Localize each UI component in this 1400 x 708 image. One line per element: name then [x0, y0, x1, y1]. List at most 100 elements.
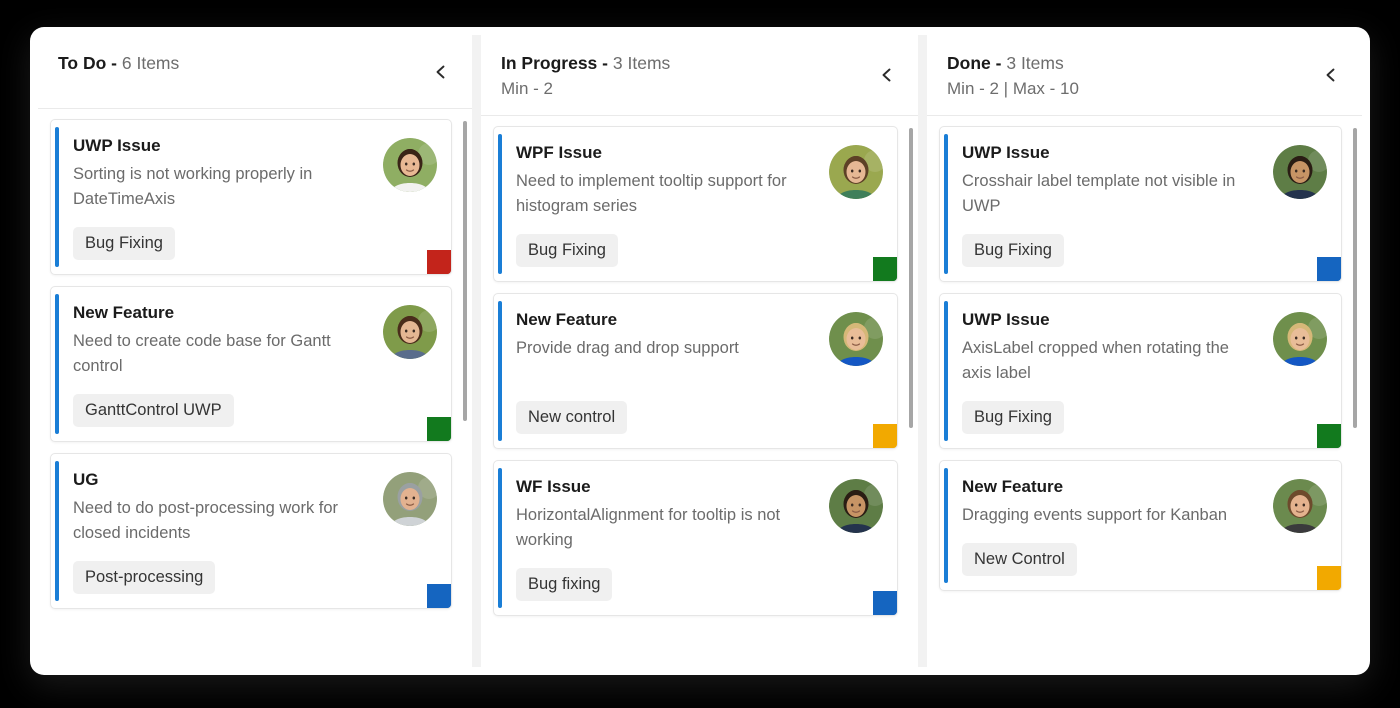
- column-items-label: Items: [1020, 53, 1064, 73]
- card-content: WF Issue HorizontalAlignment for tooltip …: [516, 475, 883, 553]
- column-collapse-button[interactable]: [872, 60, 902, 90]
- card-tag[interactable]: Bug fixing: [516, 568, 613, 601]
- card-priority-corner: [1317, 257, 1341, 281]
- card-tag[interactable]: New control: [516, 401, 628, 434]
- column-items-label: Items: [627, 53, 671, 73]
- column-card-list: UWP Issue Crosshair label template not vi…: [927, 116, 1362, 667]
- column-items-label: Items: [136, 53, 180, 73]
- card-title: UG: [73, 470, 99, 489]
- column-title-row: In Progress - 3 Items: [501, 51, 898, 75]
- card-accent-bar: [944, 301, 948, 441]
- card-priority-corner: [427, 584, 451, 608]
- card-content: UG Need to do post-processing work for cl…: [73, 468, 437, 546]
- card-tag[interactable]: Post-processing: [73, 561, 216, 594]
- card-priority-corner: [427, 417, 451, 441]
- column-scrollbar[interactable]: [909, 128, 913, 428]
- avatar: [829, 312, 883, 366]
- column-card-list: WPF Issue Need to implement tooltip suppo…: [481, 116, 918, 667]
- card-accent-bar: [498, 301, 502, 441]
- card-title: UWP Issue: [962, 143, 1050, 162]
- kanban-column-done: Done - 3 Items Min - 2 | Max - 10 UWP Iss…: [927, 35, 1362, 667]
- column-collapse-button[interactable]: [426, 57, 456, 87]
- column-wip-constraint: Min - 2: [501, 79, 553, 98]
- avatar: [383, 472, 437, 526]
- column-name: In Progress: [501, 53, 598, 73]
- avatar: [1273, 479, 1327, 533]
- card-content: WPF Issue Need to implement tooltip suppo…: [516, 141, 883, 219]
- card-description: Crosshair label template not visible in …: [962, 172, 1236, 215]
- card-tag[interactable]: Bug Fixing: [962, 401, 1064, 434]
- column-wip-constraint: Min - 2 | Max - 10: [947, 79, 1079, 98]
- column-collapse-button[interactable]: [1316, 60, 1346, 90]
- card-content: New Feature Provide drag and drop support: [516, 308, 883, 366]
- kanban-column-to-do: To Do - 6 Items UWP Issue Sorting is not …: [38, 35, 472, 667]
- kanban-card[interactable]: UG Need to do post-processing work for cl…: [50, 453, 452, 609]
- card-priority-corner: [427, 250, 451, 274]
- card-content: UWP Issue AxisLabel cropped when rotating…: [962, 308, 1327, 386]
- card-tag[interactable]: GanttControl UWP: [73, 394, 234, 427]
- card-accent-bar: [498, 468, 502, 608]
- card-title: WF Issue: [516, 477, 591, 496]
- column-title-separator: -: [602, 53, 608, 73]
- column-item-count: 6: [121, 53, 132, 73]
- avatar: [383, 305, 437, 359]
- column-header: In Progress - 3 Items Min - 2: [481, 35, 918, 116]
- avatar: [1273, 312, 1327, 366]
- card-description: Need to implement tooltip support for hi…: [516, 172, 787, 215]
- avatar: [1273, 145, 1327, 199]
- card-priority-corner: [1317, 566, 1341, 590]
- kanban-card[interactable]: New Feature Provide drag and drop support…: [493, 293, 898, 449]
- column-scrollbar[interactable]: [1353, 128, 1357, 428]
- column-name: To Do: [58, 53, 107, 73]
- card-content: UWP Issue Sorting is not working properly…: [73, 134, 437, 212]
- kanban-board: To Do - 6 Items UWP Issue Sorting is not …: [38, 35, 1362, 667]
- column-header: Done - 3 Items Min - 2 | Max - 10: [927, 35, 1362, 116]
- card-priority-corner: [873, 424, 897, 448]
- kanban-card[interactable]: New Feature Dragging events support for K…: [939, 460, 1342, 591]
- avatar: [829, 145, 883, 199]
- kanban-card[interactable]: UWP Issue Sorting is not working properly…: [50, 119, 452, 275]
- card-description: Provide drag and drop support: [516, 339, 739, 357]
- column-header: To Do - 6 Items: [38, 35, 472, 109]
- card-tag[interactable]: Bug Fixing: [516, 234, 618, 267]
- kanban-card[interactable]: WF Issue HorizontalAlignment for tooltip …: [493, 460, 898, 616]
- column-title-row: To Do - 6 Items: [58, 51, 452, 75]
- card-title: New Feature: [73, 303, 175, 322]
- card-tag[interactable]: Bug Fixing: [962, 234, 1064, 267]
- card-accent-bar: [55, 294, 59, 434]
- card-title: WPF Issue: [516, 143, 602, 162]
- column-item-count: 3: [612, 53, 623, 73]
- card-accent-bar: [944, 468, 948, 583]
- card-description: HorizontalAlignment for tooltip is not w…: [516, 506, 781, 549]
- column-item-count: 3: [1006, 53, 1017, 73]
- card-accent-bar: [944, 134, 948, 274]
- avatar: [383, 138, 437, 192]
- card-content: New Feature Dragging events support for K…: [962, 475, 1327, 533]
- column-card-list: UWP Issue Sorting is not working properly…: [38, 109, 472, 667]
- card-accent-bar: [55, 127, 59, 267]
- column-title-separator: -: [111, 53, 117, 73]
- card-priority-corner: [873, 257, 897, 281]
- card-priority-corner: [873, 591, 897, 615]
- kanban-card[interactable]: New Feature Need to create code base for …: [50, 286, 452, 442]
- card-title: New Feature: [962, 477, 1064, 496]
- card-description: Dragging events support for Kanban: [962, 506, 1228, 524]
- app-shell: To Do - 6 Items UWP Issue Sorting is not …: [30, 27, 1370, 675]
- kanban-column-in-progress: In Progress - 3 Items Min - 2 WPF Issue Ne…: [481, 35, 918, 667]
- card-content: New Feature Need to create code base for …: [73, 301, 437, 379]
- kanban-card[interactable]: UWP Issue AxisLabel cropped when rotating…: [939, 293, 1342, 449]
- card-title: UWP Issue: [73, 136, 161, 155]
- column-scrollbar[interactable]: [463, 121, 467, 421]
- card-description: AxisLabel cropped when rotating the axis…: [962, 339, 1229, 382]
- card-tag[interactable]: Bug Fixing: [73, 227, 175, 260]
- card-description: Need to create code base for Gantt contr…: [73, 332, 331, 375]
- column-name: Done: [947, 53, 991, 73]
- column-title-row: Done - 3 Items: [947, 51, 1342, 75]
- card-description: Need to do post-processing work for clos…: [73, 499, 339, 542]
- kanban-card[interactable]: WPF Issue Need to implement tooltip suppo…: [493, 126, 898, 282]
- card-tag[interactable]: New Control: [962, 543, 1077, 576]
- card-priority-corner: [1317, 424, 1341, 448]
- kanban-card[interactable]: UWP Issue Crosshair label template not vi…: [939, 126, 1342, 282]
- column-title-separator: -: [995, 53, 1002, 73]
- chevron-left-icon: [432, 63, 450, 81]
